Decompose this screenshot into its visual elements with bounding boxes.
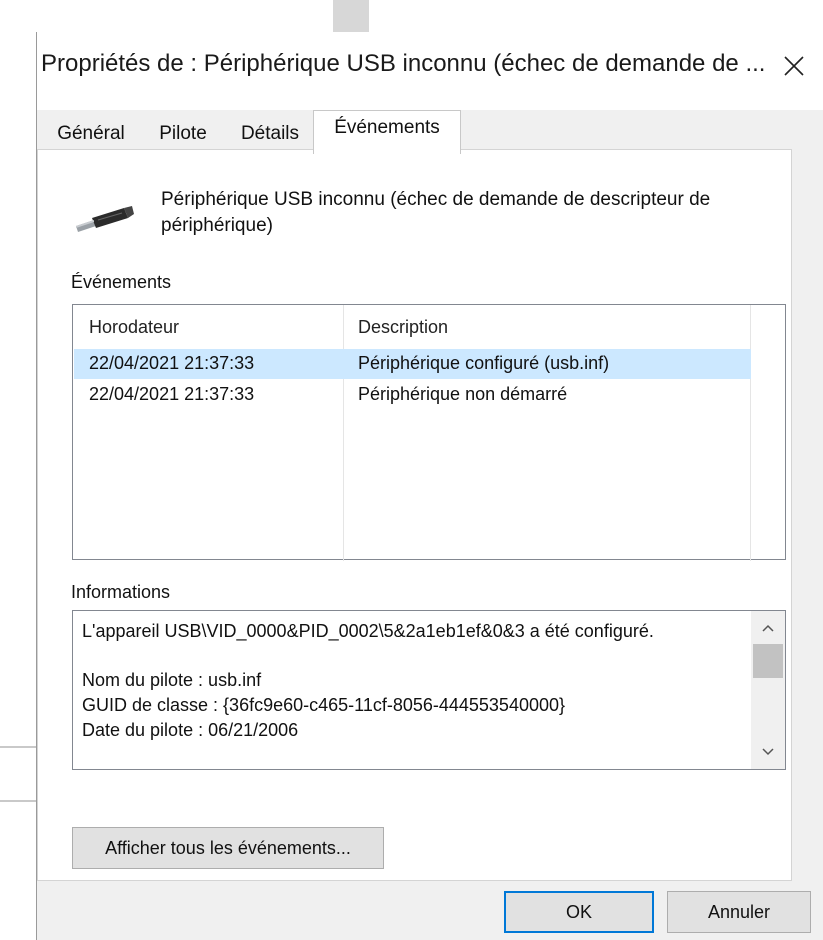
ok-button[interactable]: OK (504, 891, 654, 933)
tab-label: Pilote (159, 123, 207, 144)
tab-label: Événements (334, 117, 440, 138)
scroll-up-button[interactable] (751, 613, 785, 643)
info-line: L'appareil USB\VID_0000&PID_0002\5&2a1eb… (82, 621, 654, 641)
tab-events[interactable]: Événements (313, 110, 461, 154)
information-text: L'appareil USB\VID_0000&PID_0002\5&2a1eb… (82, 619, 742, 743)
event-description: Périphérique non démarré (358, 384, 568, 404)
title-bar: Propriétés de : Périphérique USB inconnu… (37, 32, 823, 110)
tab-general[interactable]: Général (41, 118, 141, 150)
info-line: GUID de classe : {36fc9e60-c465-11cf-805… (82, 695, 566, 715)
tab-label: Détails (240, 123, 300, 144)
event-description: Périphérique configuré (usb.inf) (358, 353, 610, 373)
background-divider (0, 746, 36, 748)
event-timestamp: 22/04/2021 21:37:33 (89, 384, 255, 404)
show-all-events-button[interactable]: Afficher tous les événements... (72, 827, 384, 869)
properties-dialog: Propriétés de : Périphérique USB inconnu… (36, 32, 823, 940)
scrollbar-thumb[interactable] (753, 644, 783, 678)
cancel-button[interactable]: Annuler (667, 891, 811, 933)
close-icon (784, 56, 804, 76)
usb-plug-icon (76, 206, 134, 232)
device-name: Périphérique USB inconnu (échec de deman… (161, 189, 711, 236)
chevron-down-icon (762, 748, 774, 756)
information-textbox[interactable]: L'appareil USB\VID_0000&PID_0002\5&2a1eb… (72, 610, 786, 770)
information-section-label: Informations (71, 582, 171, 602)
tab-driver[interactable]: Pilote (144, 118, 222, 150)
background-divider (0, 800, 36, 802)
events-section-label: Événements (71, 272, 172, 292)
chevron-up-icon (762, 624, 774, 632)
information-scrollbar[interactable] (751, 611, 785, 769)
column-header-description[interactable]: Description (358, 305, 738, 349)
tab-details[interactable]: Détails (227, 118, 313, 150)
window-title: Propriétés de : Périphérique USB inconnu… (41, 50, 766, 77)
info-blank-line (82, 644, 742, 668)
close-button[interactable] (776, 48, 812, 84)
background-window-strip (333, 0, 369, 32)
events-list-header: Horodateur Description (73, 305, 751, 349)
events-list[interactable]: Horodateur Description 22/04/2021 21:37:… (72, 304, 786, 561)
info-line: Date du pilote : 06/21/2006 (82, 720, 299, 740)
tab-label: Général (57, 123, 125, 144)
tab-strip: Général Pilote Détails Événements (37, 110, 823, 154)
info-line: Nom du pilote : usb.inf (82, 670, 262, 690)
event-row[interactable]: 22/04/2021 21:37:33 Périphérique configu… (74, 349, 751, 379)
event-timestamp: 22/04/2021 21:37:33 (89, 353, 255, 373)
event-row[interactable]: 22/04/2021 21:37:33 Périphérique non dém… (74, 380, 751, 410)
events-tab-panel: Périphérique USB inconnu (échec de deman… (37, 149, 792, 881)
scroll-down-button[interactable] (751, 737, 785, 767)
column-header-timestamp[interactable]: Horodateur (89, 305, 339, 349)
